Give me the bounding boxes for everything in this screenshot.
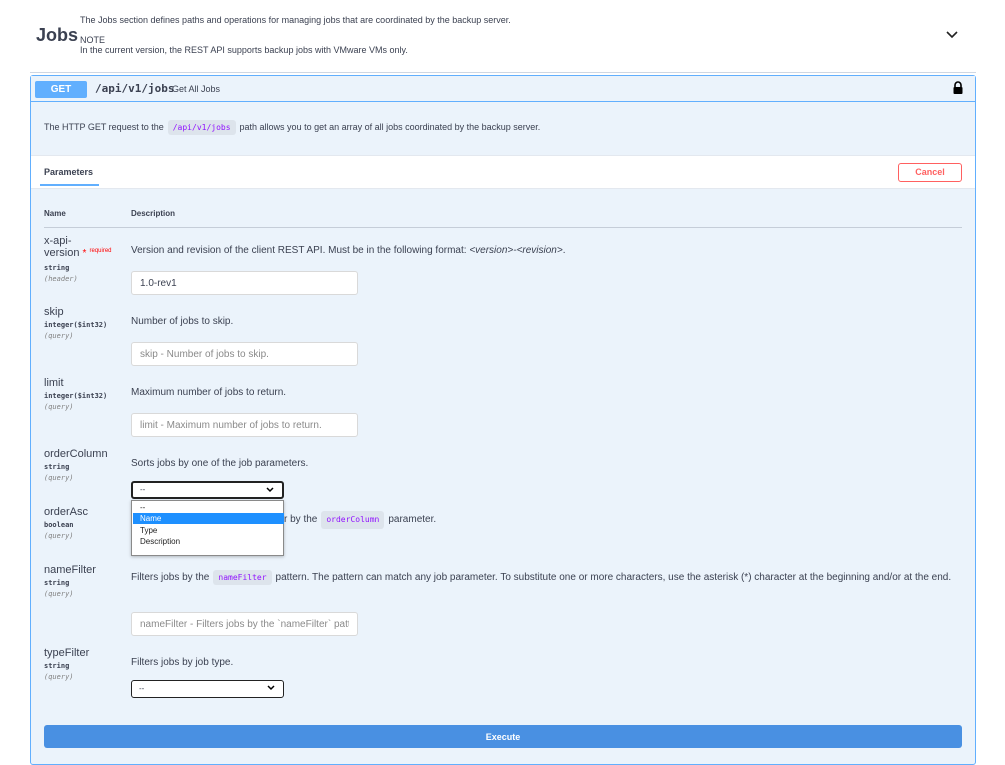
param-description: Maximum number of jobs to return. (131, 387, 287, 398)
order-column-dropdown: -- Name Type Description (131, 500, 284, 556)
chevron-down-icon (266, 487, 274, 493)
param-name: nameFilter (44, 564, 96, 576)
execute-button[interactable]: Execute (44, 725, 962, 748)
param-location: (query) (44, 673, 74, 681)
param-type: integer($int32) (44, 321, 108, 329)
name-filter-input[interactable] (131, 612, 358, 636)
param-description-text: Filters jobs by the (131, 572, 210, 583)
column-header-description: Description (131, 209, 176, 218)
param-namefilter: nameFilter string (query) (44, 564, 96, 598)
param-ordercolumn: orderColumn string (query) (44, 448, 108, 482)
method-badge: GET (35, 81, 87, 98)
section-note-title: NOTE (80, 35, 106, 45)
param-location: (header) (44, 275, 78, 283)
tab-underline (40, 184, 99, 186)
param-description-end: . (562, 245, 566, 256)
param-name: typeFilter (44, 647, 90, 659)
param-description: Number of jobs to skip. (131, 316, 234, 327)
param-description-text: Version and revision of the client REST … (131, 245, 470, 256)
param-name: limit (44, 377, 64, 389)
chevron-down-icon (267, 685, 275, 691)
chevron-down-icon[interactable] (944, 27, 960, 43)
param-location: (query) (44, 474, 74, 482)
x-api-version-input[interactable] (131, 271, 358, 295)
order-column-select[interactable]: -- (131, 481, 284, 499)
param-name: orderColumn (44, 448, 108, 460)
param-location: (query) (44, 403, 74, 411)
param-skip: skip integer($int32) (query) (44, 306, 107, 340)
param-description-text: r by the (284, 514, 318, 525)
param-description-end: parameter. (388, 514, 437, 525)
limit-input[interactable] (131, 413, 358, 437)
param-name: orderAsc (44, 506, 89, 518)
param-type: string (44, 662, 70, 670)
param-description-end: pattern. The pattern can match any job p… (275, 572, 952, 583)
param-name: skip (44, 306, 64, 318)
dropdown-option[interactable]: Type (133, 525, 284, 536)
section-divider (30, 72, 976, 73)
param-location: (query) (44, 590, 74, 598)
param-typefilter: typeFilter string (query) (44, 647, 89, 681)
param-limit: limit integer($int32) (query) (44, 377, 107, 411)
parameters-header (31, 155, 975, 189)
param-description: Version and revision of the client REST … (131, 245, 566, 257)
param-name: x-api- (44, 235, 72, 247)
lock-icon[interactable] (952, 81, 964, 95)
param-description: Filters jobs by the nameFilter pattern. Th… (131, 570, 963, 585)
skip-input[interactable] (131, 342, 358, 366)
operation-description: The HTTP GET request to the /api/v1/jobs… (44, 119, 540, 135)
param-type: boolean (44, 521, 74, 529)
param-type: string (44, 579, 70, 587)
required-label: required (89, 248, 112, 254)
param-type: string (44, 264, 70, 272)
param-location: (query) (44, 532, 74, 540)
param-type: integer($int32) (44, 392, 108, 400)
operation-description-code: /api/v1/jobs (167, 119, 236, 135)
type-filter-select[interactable]: -- (131, 680, 284, 698)
operation-description-pre: The HTTP GET request to the (44, 122, 164, 132)
selected-value: -- (140, 485, 146, 494)
column-header-name: Name (44, 209, 66, 218)
param-description-code: orderColumn (321, 511, 385, 529)
param-name: version (44, 247, 80, 259)
param-description-code: nameFilter (213, 570, 272, 585)
cancel-button[interactable]: Cancel (898, 163, 962, 182)
param-x-api-version: x-api- version * required string (header… (44, 235, 112, 283)
tab-parameters[interactable]: Parameters (44, 167, 93, 177)
section-title[interactable]: Jobs (36, 25, 78, 46)
param-format: <version>-<revision> (469, 245, 563, 256)
param-description: Filters jobs by job type. (131, 657, 234, 668)
section-description: The Jobs section defines paths and opera… (80, 15, 511, 25)
section-note: In the current version, the REST API sup… (80, 45, 408, 55)
dropdown-option[interactable]: Description (133, 536, 284, 547)
param-location: (query) (44, 332, 74, 340)
operation-summary-text: Get All Jobs (172, 84, 221, 94)
dropdown-option-highlighted[interactable]: Name (133, 513, 284, 524)
operation-path: /api/v1/jobs (95, 82, 175, 95)
param-description: Sorts jobs by one of the job parameters. (131, 458, 309, 469)
required-star: * (82, 248, 87, 259)
operation-description-post: path allows you to get an array of all j… (239, 122, 541, 132)
param-type: string (44, 463, 70, 471)
selected-value: -- (139, 684, 145, 693)
param-description: r by the orderColumn parameter. (284, 511, 437, 529)
param-orderasc: orderAsc boolean (query) (44, 506, 88, 540)
columns-divider (44, 227, 962, 228)
dropdown-option[interactable]: -- (133, 502, 284, 513)
